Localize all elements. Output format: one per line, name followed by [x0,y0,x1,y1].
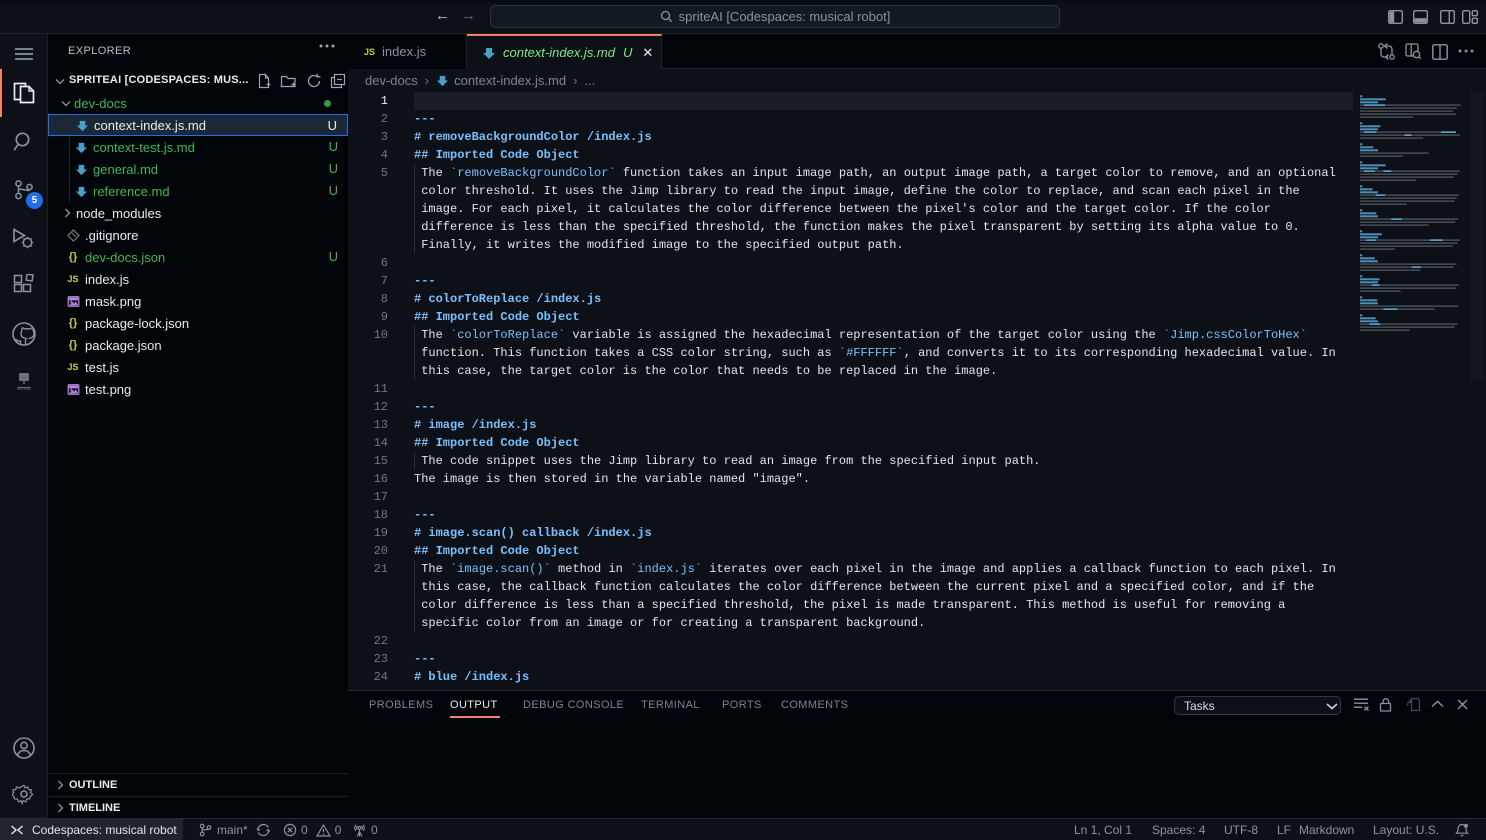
svg-text:Dev-Docs: Dev-Docs [17,387,31,391]
